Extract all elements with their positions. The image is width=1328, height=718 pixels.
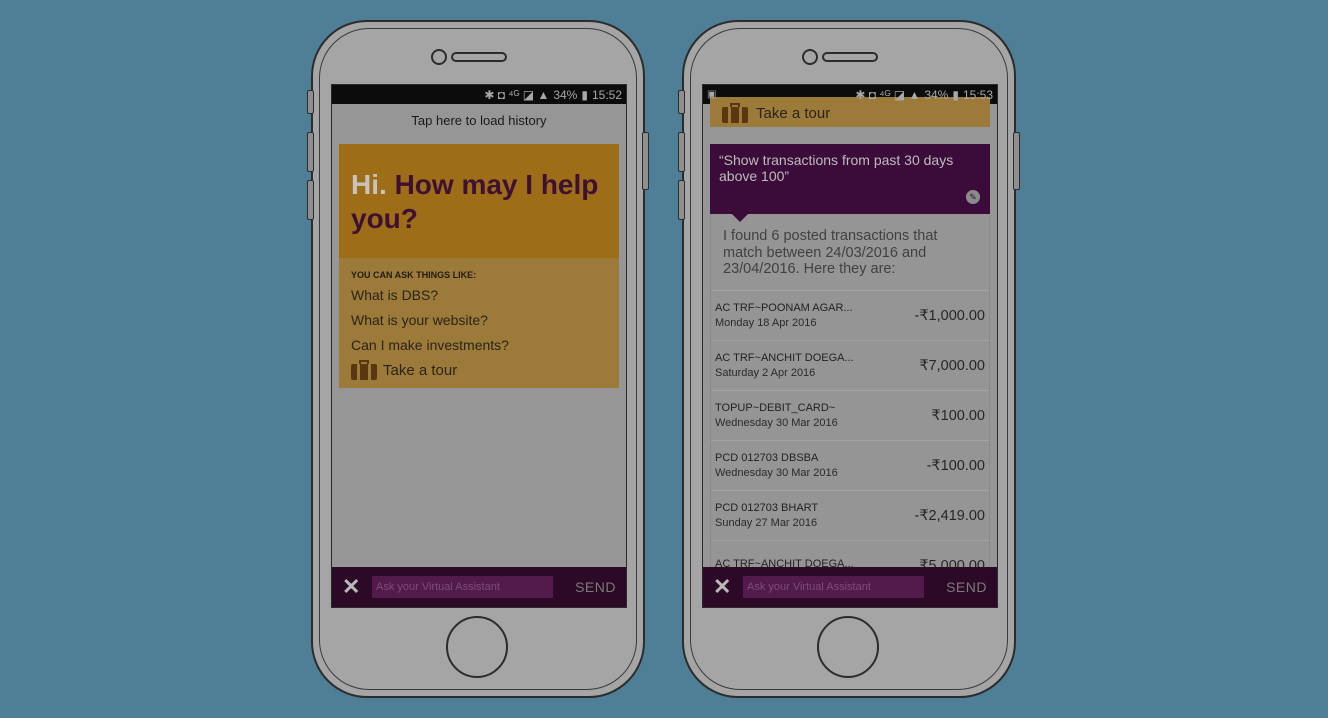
earpiece-speaker: [451, 52, 507, 62]
volume-down-button: [307, 180, 314, 220]
transaction-date: Wednesday 30 Mar 2016: [715, 417, 838, 430]
screen: ✱ ◘ ⁴ᴳ ◪ ▲ 34% ▮ 15:52 Tap here to load …: [331, 84, 627, 608]
transaction-details: AC TRF~POONAM AGAR... Monday 18 Apr 2016: [715, 302, 853, 329]
volume-down-button: [678, 180, 685, 220]
assistant-response-card: I found 6 posted transactions that match…: [710, 214, 990, 592]
ask-assistant-input[interactable]: [743, 576, 925, 598]
mute-switch: [678, 90, 685, 114]
chat-input-bar: ✕ SEND: [703, 567, 997, 607]
screen: ▣ ✱ ◘ ⁴ᴳ ◪ ▲ 34% ▮ 15:53 Take a tour “Sh…: [702, 84, 998, 608]
edit-icon[interactable]: ✎: [966, 190, 980, 204]
send-button[interactable]: SEND: [946, 579, 987, 595]
home-button[interactable]: [446, 616, 508, 678]
earpiece-speaker: [822, 52, 878, 62]
battery-level: 34%: [553, 87, 578, 102]
status-icons: ✱ ◘ ⁴ᴳ ◪ ▲: [855, 87, 921, 102]
suggestions-title: YOU CAN ASK THINGS LIKE:: [351, 270, 477, 281]
ask-assistant-input[interactable]: [372, 576, 554, 598]
transaction-amount: -₹2,419.00: [914, 507, 986, 524]
mute-switch: [307, 90, 314, 114]
transaction-details: PCD 012703 BHART Sunday 27 Mar 2016: [715, 502, 818, 529]
suggestions-panel: YOU CAN ASK THINGS LIKE: What is DBS? Wh…: [339, 258, 619, 389]
transaction-details: TOPUP~DEBIT_CARD~ Wednesday 30 Mar 2016: [715, 402, 838, 429]
power-button: [642, 132, 649, 190]
front-camera: [431, 49, 447, 65]
transaction-name: AC TRF~POONAM AGAR...: [715, 302, 853, 315]
transaction-amount: -₹1,000.00: [914, 307, 986, 324]
status-time: 15:53: [962, 87, 993, 102]
transaction-details: AC TRF~ANCHIT DOEGA... Saturday 2 Apr 201…: [715, 352, 854, 379]
transaction-amount: -₹100.00: [926, 457, 985, 474]
status-icons: ✱ ◘ ⁴ᴳ ◪ ▲: [484, 87, 550, 102]
phone-left: ✱ ◘ ⁴ᴳ ◪ ▲ 34% ▮ 15:52 Tap here to load …: [307, 20, 649, 698]
volume-up-button: [307, 132, 314, 172]
send-button[interactable]: SEND: [575, 579, 616, 595]
power-button: [1013, 132, 1020, 190]
user-query-bubble: “Show transactions from past 30 days abo…: [710, 144, 990, 222]
load-history-link[interactable]: Tap here to load history: [332, 113, 626, 128]
greeting-question: How may I help you?: [351, 169, 599, 235]
transaction-date: Saturday 2 Apr 2016: [715, 367, 816, 380]
transaction-name: TOPUP~DEBIT_CARD~: [715, 402, 836, 415]
battery-icon: ▮: [581, 87, 588, 102]
greeting-heading: Hi. How may I help you?: [351, 168, 607, 236]
transaction-name: PCD 012703 DBSBA: [715, 452, 819, 465]
transaction-row[interactable]: TOPUP~DEBIT_CARD~ Wednesday 30 Mar 2016 ₹1…: [711, 390, 989, 440]
suggestion-item[interactable]: Can I make investments?: [351, 337, 607, 353]
transaction-date: Monday 18 Apr 2016: [715, 317, 817, 330]
transaction-amount: ₹7,000.00: [919, 357, 985, 374]
suggestion-item[interactable]: What is your website?: [351, 312, 607, 328]
transaction-date: Wednesday 30 Mar 2016: [715, 467, 838, 480]
take-tour-button[interactable]: Take a tour: [351, 360, 607, 381]
volume-up-button: [678, 132, 685, 172]
transaction-row[interactable]: PCD 012703 BHART Sunday 27 Mar 2016 -₹2,41…: [711, 490, 989, 540]
status-time: 15:52: [591, 87, 622, 102]
transaction-date: Sunday 27 Mar 2016: [715, 517, 818, 530]
greeting-hi: Hi.: [351, 169, 387, 200]
user-query-text: “Show transactions from past 30 days abo…: [719, 152, 954, 184]
take-tour-label: Take a tour: [383, 361, 458, 379]
transaction-row[interactable]: PCD 012703 DBSBA Wednesday 30 Mar 2016 -₹1…: [711, 440, 989, 490]
status-bar: ✱ ◘ ⁴ᴳ ◪ ▲ 34% ▮ 15:52: [332, 85, 626, 104]
transaction-list: AC TRF~POONAM AGAR... Monday 18 Apr 2016 -…: [711, 290, 989, 590]
suitcase-icon: [722, 103, 748, 123]
close-icon[interactable]: ✕: [342, 574, 360, 600]
gallery-icon: ▣: [707, 89, 717, 100]
response-text: I found 6 posted transactions that match…: [723, 228, 938, 278]
greeting-card: Hi. How may I help you?: [339, 144, 619, 259]
transaction-amount: ₹100.00: [931, 407, 985, 424]
phone-right: ▣ ✱ ◘ ⁴ᴳ ◪ ▲ 34% ▮ 15:53 Take a tour “Sh…: [678, 20, 1020, 698]
transaction-name: PCD 012703 BHART: [715, 502, 819, 515]
take-tour-button[interactable]: Take a tour: [710, 97, 990, 127]
take-tour-label: Take a tour: [756, 104, 831, 122]
close-icon[interactable]: ✕: [713, 574, 731, 600]
transaction-name: AC TRF~ANCHIT DOEGA...: [715, 352, 854, 365]
battery-icon: ▮: [952, 87, 959, 102]
transaction-row[interactable]: AC TRF~ANCHIT DOEGA... Saturday 2 Apr 201…: [711, 340, 989, 390]
chat-input-bar: ✕ SEND: [332, 567, 626, 607]
front-camera: [802, 49, 818, 65]
suggestion-item[interactable]: What is DBS?: [351, 287, 607, 303]
transaction-row[interactable]: AC TRF~POONAM AGAR... Monday 18 Apr 2016 -…: [711, 290, 989, 340]
transaction-details: PCD 012703 DBSBA Wednesday 30 Mar 2016: [715, 452, 838, 479]
battery-level: 34%: [924, 87, 949, 102]
home-button[interactable]: [817, 616, 879, 678]
suitcase-icon: [351, 360, 377, 381]
